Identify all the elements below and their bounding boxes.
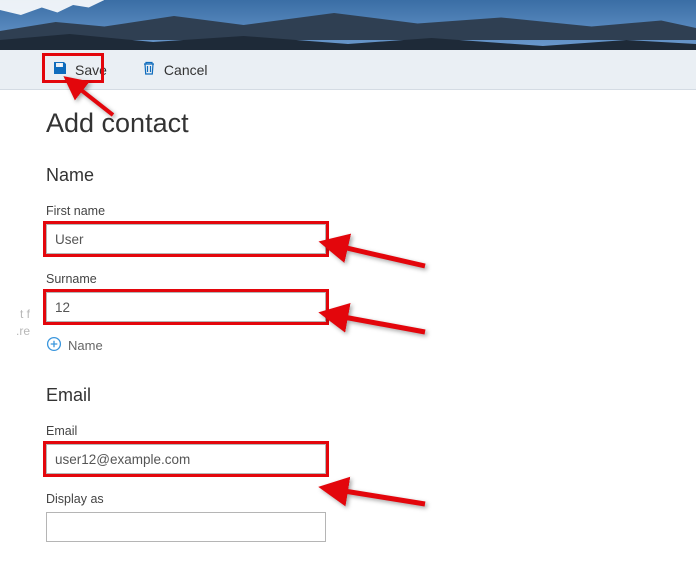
edge-truncated-text: t fre. [0,306,30,340]
add-name-link[interactable]: Name [46,336,650,355]
cancel-label: Cancel [164,62,208,78]
email-input[interactable] [46,444,326,474]
form-panel: Add contact Name First name Surname Name… [0,90,650,542]
surname-label: Surname [46,272,650,286]
section-heading-name: Name [46,165,650,186]
first-name-label: First name [46,204,650,218]
email-label: Email [46,424,650,438]
plus-circle-icon [46,336,62,355]
display-as-label: Display as [46,492,650,506]
toolbar: Save Cancel [0,50,696,90]
save-icon [52,60,68,79]
add-name-text: Name [68,338,103,353]
display-as-input[interactable] [46,512,326,542]
save-button[interactable]: Save [46,57,113,82]
cancel-button[interactable]: Cancel [135,57,214,82]
surname-input[interactable] [46,292,326,322]
save-label: Save [75,62,107,78]
page-title: Add contact [46,108,650,139]
trash-icon [141,60,157,79]
first-name-input[interactable] [46,224,326,254]
section-heading-email: Email [46,385,650,406]
header-banner [0,0,696,50]
